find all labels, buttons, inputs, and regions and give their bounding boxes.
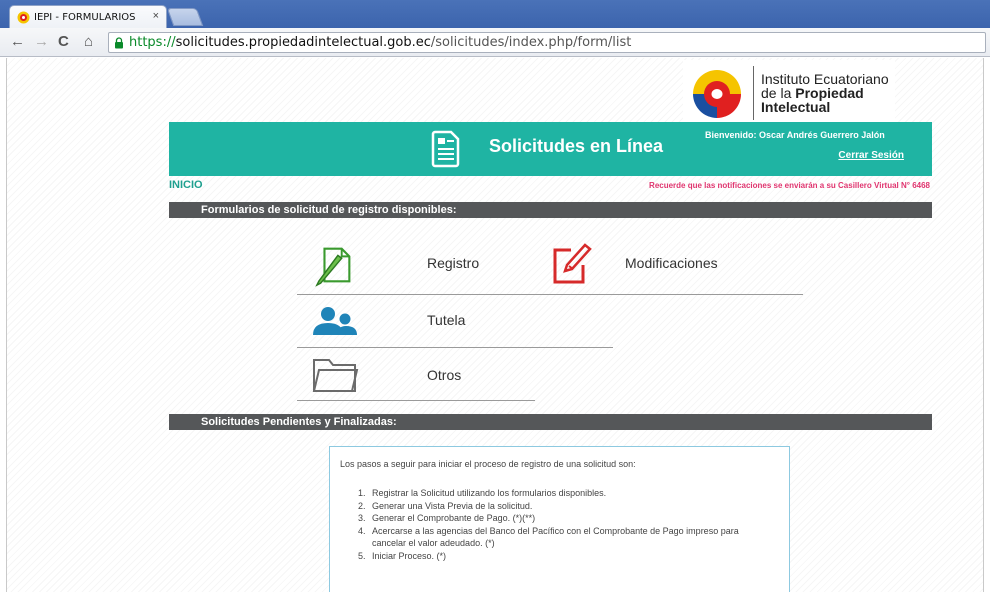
- breadcrumb-inicio[interactable]: INICIO: [169, 179, 203, 191]
- iepi-logo: Instituto Ecuatoriano de la Propiedad In…: [683, 60, 895, 128]
- logo-divider: [753, 66, 754, 120]
- edit-document-icon: [553, 243, 592, 284]
- list-item: 4. Acercarse a las agencias del Banco del…: [358, 525, 739, 549]
- users-icon: [313, 307, 357, 335]
- form-item-otros[interactable]: Otros: [303, 350, 513, 400]
- lock-icon: [115, 37, 123, 49]
- form-label-otros: Otros: [427, 367, 462, 383]
- iepi-favicon-icon: [17, 11, 30, 24]
- form-item-modificaciones[interactable]: Modificaciones: [543, 238, 783, 288]
- page-title: Solicitudes en Línea: [489, 136, 664, 156]
- logo-text: Instituto Ecuatoriano de la Propiedad In…: [761, 71, 889, 115]
- separator-line: [297, 400, 535, 401]
- list-item: 3. Generar el Comprobante de Pago. (*)(**…: [358, 513, 536, 523]
- tab-title: IEPI - FORMULARIOS: [34, 12, 136, 23]
- logout-link[interactable]: Cerrar Sesión: [838, 150, 904, 161]
- home-icon[interactable]: ⌂: [84, 33, 93, 51]
- address-bar[interactable]: https://solicitudes.propiedadintelectual…: [108, 32, 986, 53]
- form-label-modificaciones: Modificaciones: [625, 255, 718, 271]
- form-item-registro[interactable]: Registro: [303, 238, 513, 288]
- new-tab-button[interactable]: [166, 8, 204, 26]
- browser-toolbar: ← → C ⌂ https://solicitudes.propiedadint…: [0, 28, 990, 57]
- pencil-document-icon: [315, 247, 351, 287]
- browser-tab-bar: IEPI - FORMULARIOS ×: [0, 0, 990, 29]
- url-text: https://solicitudes.propiedadintelectual…: [129, 35, 632, 50]
- back-arrow-icon[interactable]: ←: [10, 33, 25, 51]
- form-label-tutela: Tutela: [427, 312, 466, 328]
- section-header-pending: Solicitudes Pendientes y Finalizadas:: [169, 414, 932, 430]
- tab-close-icon[interactable]: ×: [153, 10, 159, 22]
- list-item: 5. Iniciar Proceso. (*): [358, 550, 447, 561]
- steps-list: 1. Registrar la Solicitud utilizando los …: [358, 487, 772, 562]
- form-document-icon: [431, 130, 460, 168]
- page-content: Instituto Ecuatoriano de la Propiedad In…: [6, 58, 984, 592]
- form-item-tutela[interactable]: Tutela: [303, 298, 513, 344]
- reload-icon[interactable]: C: [58, 33, 69, 51]
- iepi-logo-mark-icon: [693, 70, 741, 118]
- list-item: 2. Generar una Vista Previa de la solicit…: [358, 500, 533, 511]
- separator-line: [297, 294, 803, 295]
- steps-info-box: Los pasos a seguir para iniciar el proce…: [329, 446, 790, 592]
- browser-tab[interactable]: IEPI - FORMULARIOS ×: [9, 5, 167, 29]
- forward-arrow-icon[interactable]: →: [34, 33, 49, 51]
- separator-line: [297, 347, 613, 348]
- form-label-registro: Registro: [427, 255, 480, 271]
- header-banner: Solicitudes en Línea Bienvenido: Oscar A…: [169, 122, 932, 176]
- folder-icon: [312, 359, 359, 392]
- welcome-text: Bienvenido: Oscar Andrés Guerrero Jalón: [705, 130, 885, 140]
- section-header-forms: Formularios de solicitud de registro dis…: [169, 202, 932, 218]
- list-item: 1. Registrar la Solicitud utilizando los …: [358, 488, 607, 498]
- steps-intro: Los pasos a seguir para iniciar el proce…: [340, 459, 636, 469]
- notification-notice: Recuerde que las notificaciones se envia…: [649, 181, 930, 190]
